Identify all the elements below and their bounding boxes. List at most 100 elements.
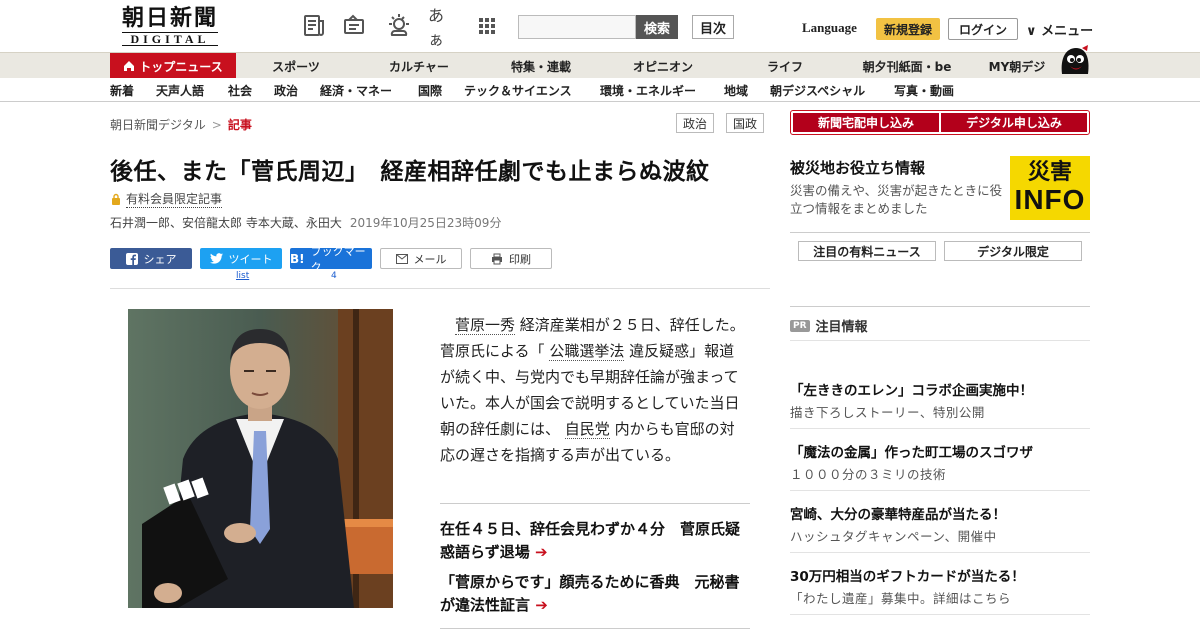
- nav2-photo-video[interactable]: 写真・動画: [894, 82, 954, 99]
- nav2-latest[interactable]: 新着: [110, 82, 134, 99]
- nav2-environment[interactable]: 環境・エネルギー: [600, 82, 696, 99]
- mascot-icon[interactable]: [1056, 44, 1094, 78]
- nav2-politics[interactable]: 政治: [274, 82, 298, 99]
- disaster-info-title[interactable]: 被災地お役立ち情報: [790, 157, 925, 178]
- authors: 石井潤一郎、安倍龍太郎 寺本大蔵、永田大: [110, 216, 342, 230]
- nav-culture[interactable]: カルチャー: [372, 53, 466, 79]
- tag-politics[interactable]: 政治: [676, 113, 715, 133]
- newspaper-icon[interactable]: [299, 12, 329, 40]
- divider: [790, 490, 1090, 491]
- divider: [440, 628, 750, 629]
- megaphone-icon[interactable]: [340, 12, 370, 40]
- secondary-nav: 新着 天声人語 社会 政治 経済・マネー 国際 テック＆サイエンス 環境・エネル…: [0, 78, 1200, 102]
- logo-wordmark: 朝日新聞: [121, 5, 218, 31]
- pr-item-title[interactable]: 「魔法の金属」作った町工場のスゴワザ: [790, 441, 1033, 461]
- nav2-special[interactable]: 朝デジスペシャル: [770, 82, 865, 99]
- subscribe-buttons: 新聞宅配申し込み デジタル申し込み: [790, 110, 1090, 135]
- divider: [790, 340, 1090, 341]
- nav-paper[interactable]: 朝夕刊紙面・be: [852, 53, 962, 79]
- pr-badge: PR: [790, 319, 810, 332]
- mail-share-label: メール: [413, 252, 447, 266]
- search-input[interactable]: [518, 15, 636, 39]
- disaster-info-description: 災害の備えや、災害が起きたときに役立つ情報をまとめました: [790, 183, 1003, 216]
- nav-my-asahi[interactable]: MY朝デジ: [978, 53, 1056, 79]
- hatena-count[interactable]: 4: [331, 271, 337, 281]
- pr-item-title[interactable]: 「左ききのエレン」コラボ企画実施中！: [790, 379, 1033, 399]
- divider: [790, 552, 1090, 553]
- signup-button[interactable]: 新規登録: [876, 18, 940, 40]
- members-only-text: 有料会員限定記事: [126, 192, 223, 208]
- arrow-right-icon: ➔: [534, 543, 548, 561]
- divider: [790, 428, 1090, 429]
- related-article-link[interactable]: 在任４５日、辞任会見わずか４分 菅原氏疑惑語らず退場 ➔: [440, 518, 750, 564]
- facebook-share-button[interactable]: シェア: [110, 248, 192, 269]
- nav2-society[interactable]: 社会: [228, 82, 252, 99]
- nav-opinion[interactable]: オピニオン: [616, 53, 710, 79]
- twitter-icon: [209, 253, 223, 264]
- byline: 石井潤一郎、安倍龍太郎 寺本大蔵、永田大 2019年10月25日23時09分: [110, 214, 501, 231]
- related-article-link[interactable]: 「菅原からです」顔売るために香典 元秘書が違法性証言 ➔: [440, 571, 750, 617]
- login-button[interactable]: ログイン: [948, 18, 1018, 40]
- font-size-icon[interactable]: あぁ: [428, 6, 458, 49]
- search-button[interactable]: 検索: [636, 15, 678, 39]
- related-article-title: 在任４５日、辞任会見わずか４分 菅原氏疑惑語らず退場: [440, 520, 741, 561]
- article-lead: 菅原一秀 経済産業相が２５日、辞任した。菅原氏による「 公職選挙法 違反疑惑」報…: [440, 312, 748, 468]
- paid-news-link[interactable]: 注目の有料ニュース: [798, 241, 936, 261]
- home-icon: [124, 61, 135, 71]
- facebook-icon: [125, 252, 138, 265]
- nav2-tech[interactable]: テック＆サイエンス: [464, 82, 572, 99]
- hatena-bookmark-button[interactable]: B! ブックマーク: [290, 245, 372, 274]
- delivery-subscribe-button[interactable]: 新聞宅配申し込み: [793, 113, 939, 132]
- language-link[interactable]: Language: [802, 20, 857, 36]
- mail-share-button[interactable]: メール: [380, 248, 462, 269]
- nav2-international[interactable]: 国際: [418, 82, 442, 99]
- facebook-share-label: シェア: [143, 252, 177, 266]
- breadcrumb-separator: >: [211, 118, 222, 132]
- divider: [440, 503, 750, 504]
- pr-section-header: PR 注目情報: [790, 316, 868, 335]
- members-only-label[interactable]: 有料会員限定記事: [110, 190, 223, 208]
- related-article-title: 「菅原からです」顔売るために香典 元秘書が違法性証言: [440, 573, 740, 614]
- digital-subscribe-button[interactable]: デジタル申し込み: [941, 113, 1087, 132]
- twitter-share-button[interactable]: ツイート: [200, 248, 282, 269]
- print-button[interactable]: 印刷: [470, 248, 552, 269]
- site-logo[interactable]: 朝日新聞 DIGITAL: [112, 6, 228, 46]
- nav-life[interactable]: ライフ: [738, 53, 832, 79]
- nav2-economy[interactable]: 経済・マネー: [320, 82, 392, 99]
- divider: [110, 288, 770, 289]
- pr-item-title[interactable]: 宮崎、大分の豪華特産品が当たる！: [790, 503, 1006, 523]
- weather-icon[interactable]: [384, 12, 414, 40]
- twitter-share-label: ツイート: [228, 252, 273, 266]
- nav-features[interactable]: 特集・連載: [494, 53, 588, 79]
- breadcrumb-current: 記事: [227, 118, 252, 132]
- menu-button[interactable]: ∨ メニュー: [1026, 20, 1093, 39]
- badge-line2: INFO: [1014, 184, 1086, 215]
- tag-national[interactable]: 国政: [726, 113, 765, 133]
- hatena-icon: B!: [290, 251, 305, 266]
- nav-sports[interactable]: スポーツ: [250, 53, 342, 79]
- print-label: 印刷: [509, 252, 531, 266]
- nav2-tensei[interactable]: 天声人語: [156, 82, 204, 99]
- hatena-bookmark-label: ブックマーク: [310, 244, 366, 274]
- publish-date: 2019年10月25日23時09分: [349, 216, 502, 230]
- nav2-local[interactable]: 地域: [724, 82, 748, 99]
- disaster-info-badge[interactable]: 災害 INFO: [1010, 156, 1090, 220]
- pr-item-title[interactable]: 30万円相当のギフトカードが当たる！: [790, 565, 1025, 585]
- keyword-link-law[interactable]: 公職選挙法: [549, 342, 625, 361]
- nav-top-news-label: トップニュース: [139, 59, 223, 74]
- keyword-link-person[interactable]: 菅原一秀: [455, 316, 516, 335]
- digital-only-link[interactable]: デジタル限定: [944, 241, 1082, 261]
- print-icon: [492, 253, 502, 264]
- mail-icon: [395, 253, 408, 264]
- grid-icon[interactable]: [472, 12, 502, 40]
- lock-icon: [112, 193, 120, 205]
- toc-button[interactable]: 目次: [692, 15, 734, 39]
- twitter-count[interactable]: list: [236, 271, 249, 281]
- pr-heading: 注目情報: [815, 320, 868, 335]
- article-photo[interactable]: [128, 309, 393, 608]
- nav-top-news[interactable]: トップニュース: [110, 53, 236, 79]
- keyword-link-party[interactable]: 自民党: [564, 420, 610, 439]
- breadcrumb-home[interactable]: 朝日新聞デジタル: [110, 118, 206, 132]
- divider: [790, 232, 1090, 233]
- divider: [790, 614, 1090, 615]
